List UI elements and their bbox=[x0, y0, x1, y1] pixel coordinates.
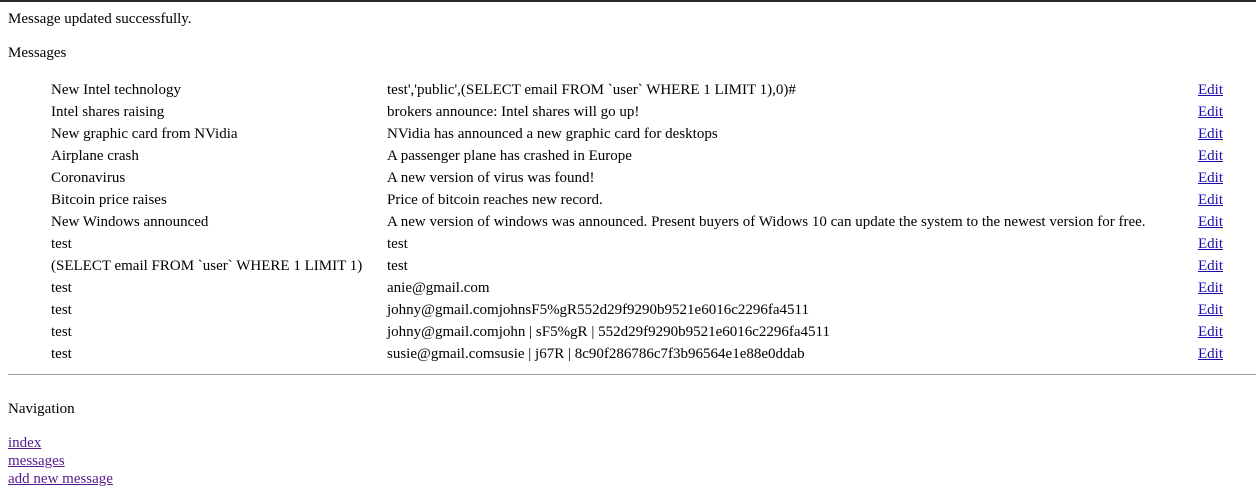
message-title: test bbox=[51, 280, 72, 296]
table-row: New Windows announced A new version of wi… bbox=[49, 211, 1225, 233]
nav-link-add-new-message[interactable]: add new message bbox=[8, 470, 113, 488]
message-body: test','public',(SELECT email FROM `user`… bbox=[387, 82, 796, 98]
edit-cell: Edit bbox=[1196, 145, 1225, 167]
message-title: New Intel technology bbox=[51, 82, 181, 98]
table-row: Coronavirus A new version of virus was fo… bbox=[49, 167, 1225, 189]
edit-link[interactable]: Edit bbox=[1198, 302, 1223, 318]
message-body: johny@gmail.comjohn | sF5%gR | 552d29f92… bbox=[387, 324, 830, 340]
edit-link[interactable]: Edit bbox=[1198, 346, 1223, 362]
edit-link[interactable]: Edit bbox=[1198, 192, 1223, 208]
table-row: Airplane crash A passenger plane has cras… bbox=[49, 145, 1225, 167]
message-title: Airplane crash bbox=[51, 148, 139, 164]
table-row: (SELECT email FROM `user` WHERE 1 LIMIT … bbox=[49, 255, 1225, 277]
edit-link[interactable]: Edit bbox=[1198, 148, 1223, 164]
edit-cell: Edit bbox=[1196, 211, 1225, 233]
status-message: Message updated successfully. bbox=[8, 11, 192, 27]
edit-cell: Edit bbox=[1196, 167, 1225, 189]
message-title: Coronavirus bbox=[51, 170, 126, 186]
message-body: anie@gmail.com bbox=[387, 280, 490, 296]
message-title: Intel shares raising bbox=[51, 104, 165, 120]
edit-cell: Edit bbox=[1196, 343, 1225, 365]
edit-cell: Edit bbox=[1196, 233, 1225, 255]
table-row: test johny@gmail.comjohn | sF5%gR | 552d2… bbox=[49, 321, 1225, 343]
edit-link[interactable]: Edit bbox=[1198, 104, 1223, 120]
message-title: test bbox=[51, 236, 72, 252]
message-title: test bbox=[51, 324, 72, 340]
table-row: Intel shares raising brokers announce: In… bbox=[49, 101, 1225, 123]
messages-table: New Intel technology test','public',(SELE… bbox=[49, 79, 1225, 365]
message-title: Bitcoin price raises bbox=[51, 192, 167, 208]
edit-cell: Edit bbox=[1196, 79, 1225, 101]
message-body: A passenger plane has crashed in Europe bbox=[387, 148, 632, 164]
message-title: test bbox=[51, 346, 72, 362]
message-title: (SELECT email FROM `user` WHERE 1 LIMIT … bbox=[51, 258, 363, 274]
edit-link[interactable]: Edit bbox=[1198, 126, 1223, 142]
table-row: test susie@gmail.comsusie | j67R | 8c90f2… bbox=[49, 343, 1225, 365]
edit-link[interactable]: Edit bbox=[1198, 280, 1223, 296]
table-row: New Intel technology test','public',(SELE… bbox=[49, 79, 1225, 101]
edit-cell: Edit bbox=[1196, 123, 1225, 145]
message-body: test bbox=[387, 236, 408, 252]
top-border bbox=[0, 0, 1256, 2]
divider bbox=[8, 374, 1256, 375]
message-title: New Windows announced bbox=[51, 214, 209, 230]
messages-heading: Messages bbox=[8, 45, 67, 61]
edit-cell: Edit bbox=[1196, 101, 1225, 123]
message-body: A new version of virus was found! bbox=[387, 170, 595, 186]
edit-cell: Edit bbox=[1196, 255, 1225, 277]
message-body: susie@gmail.comsusie | j67R | 8c90f28678… bbox=[387, 346, 805, 362]
messages-table-body: New Intel technology test','public',(SELE… bbox=[49, 79, 1225, 365]
message-title: New graphic card from NVidia bbox=[51, 126, 238, 142]
edit-link[interactable]: Edit bbox=[1198, 82, 1223, 98]
table-row: test anie@gmail.com Edit bbox=[49, 277, 1225, 299]
edit-cell: Edit bbox=[1196, 299, 1225, 321]
navigation-heading: Navigation bbox=[8, 401, 75, 417]
nav-link-messages[interactable]: messages bbox=[8, 452, 113, 470]
edit-cell: Edit bbox=[1196, 189, 1225, 211]
message-body: johny@gmail.comjohnsF5%gR552d29f9290b952… bbox=[387, 302, 809, 318]
edit-link[interactable]: Edit bbox=[1198, 214, 1223, 230]
edit-link[interactable]: Edit bbox=[1198, 258, 1223, 274]
table-row: test test Edit bbox=[49, 233, 1225, 255]
edit-cell: Edit bbox=[1196, 321, 1225, 343]
edit-link[interactable]: Edit bbox=[1198, 324, 1223, 340]
table-row: test johny@gmail.comjohnsF5%gR552d29f9290… bbox=[49, 299, 1225, 321]
nav-link-index[interactable]: index bbox=[8, 434, 113, 452]
message-title: test bbox=[51, 302, 72, 318]
message-body: A new version of windows was announced. … bbox=[387, 214, 1146, 230]
message-body: test bbox=[387, 258, 408, 274]
message-body: Price of bitcoin reaches new record. bbox=[387, 192, 603, 208]
edit-link[interactable]: Edit bbox=[1198, 170, 1223, 186]
table-row: Bitcoin price raises Price of bitcoin rea… bbox=[49, 189, 1225, 211]
table-row: New graphic card from NVidia NVidia has a… bbox=[49, 123, 1225, 145]
message-body: brokers announce: Intel shares will go u… bbox=[387, 104, 640, 120]
message-body: NVidia has announced a new graphic card … bbox=[387, 126, 718, 142]
edit-link[interactable]: Edit bbox=[1198, 236, 1223, 252]
edit-cell: Edit bbox=[1196, 277, 1225, 299]
navigation-links: index messages add new message bbox=[8, 434, 113, 488]
